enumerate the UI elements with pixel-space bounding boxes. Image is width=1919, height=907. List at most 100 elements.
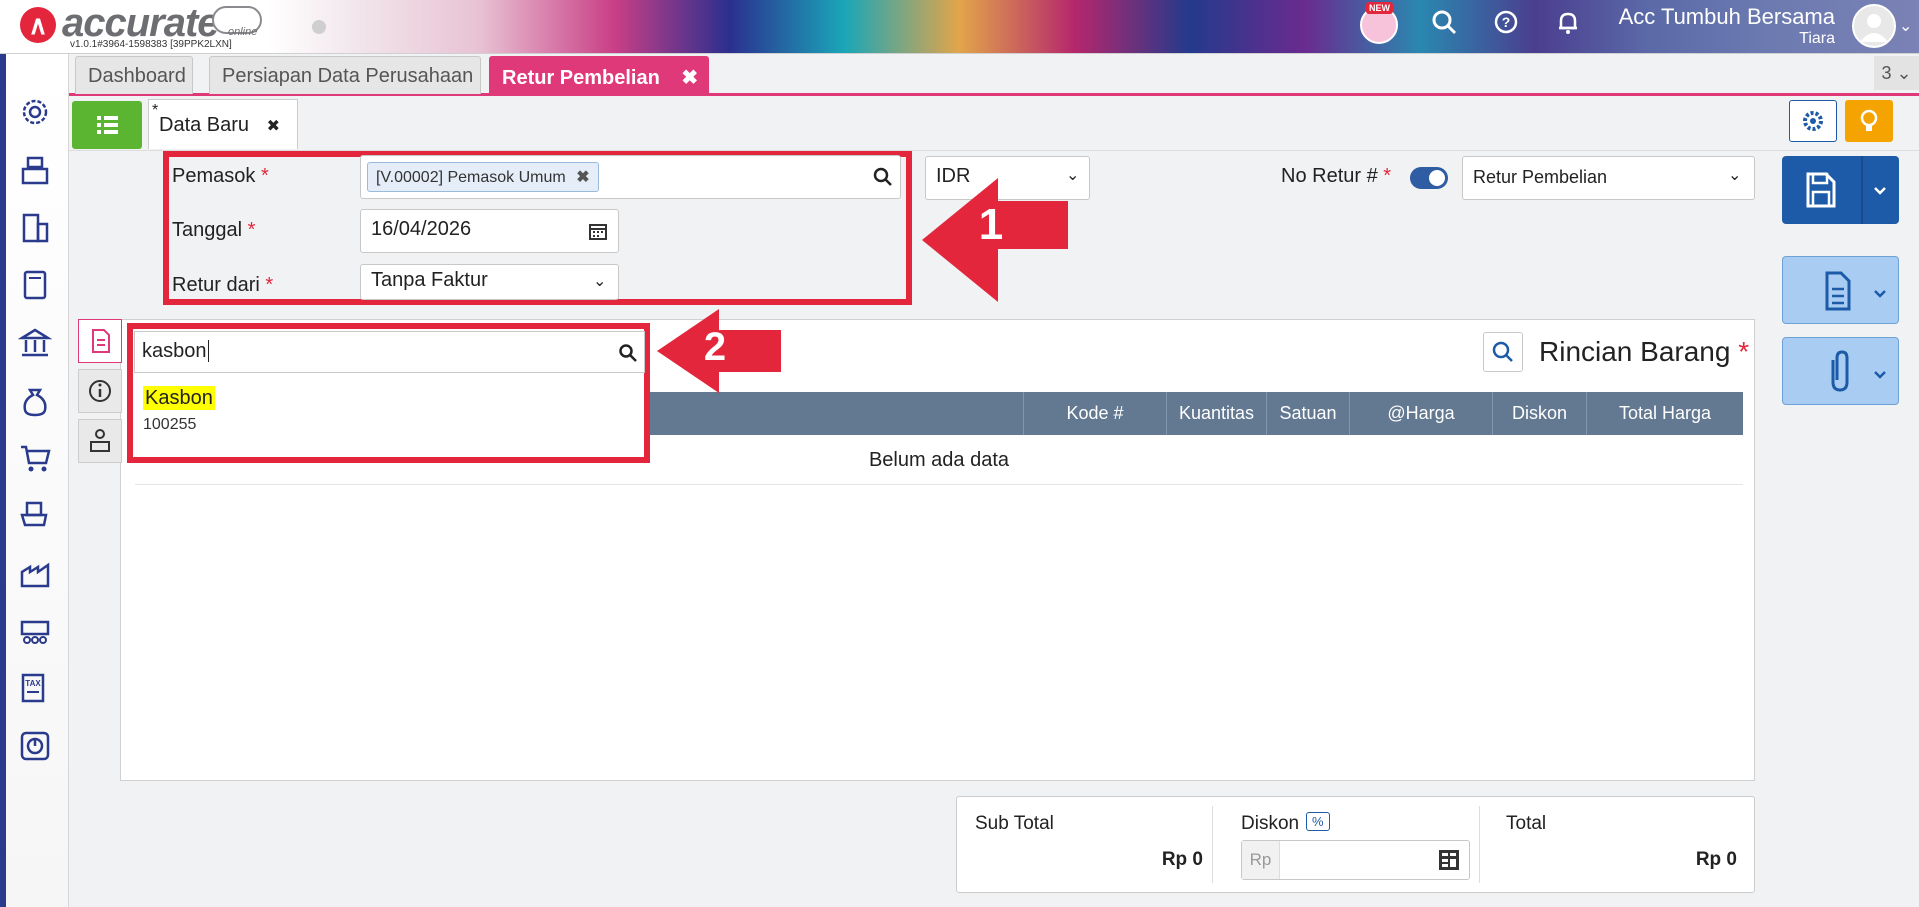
retur-label-text: Retur dari — [172, 274, 260, 296]
report-chart-icon[interactable] — [18, 729, 52, 763]
tab-retur-pembelian[interactable]: Retur Pembelian ✖ — [489, 56, 709, 94]
chevron-down-icon: ⌄ — [593, 273, 607, 290]
calculator-icon[interactable] — [1438, 849, 1460, 877]
col-satuan[interactable]: Satuan — [1266, 392, 1349, 435]
auto-number-toggle[interactable] — [1410, 167, 1448, 189]
detail-search-button[interactable] — [1483, 332, 1523, 372]
close-icon[interactable]: ✖ — [681, 67, 698, 89]
detail-title-text: Rincian Barang — [1539, 336, 1731, 367]
list-view-button[interactable] — [72, 101, 142, 149]
tanggal-label-text: Tanggal — [172, 219, 243, 241]
diskon-input[interactable]: Rp — [1241, 840, 1470, 880]
diskon-label: Diskon — [1241, 813, 1300, 834]
no-retur-label: No Retur # * — [1281, 165, 1391, 188]
required-mark: * — [1738, 336, 1750, 367]
calendar-icon[interactable] — [589, 222, 607, 246]
tab-label: Retur Pembelian — [502, 67, 660, 89]
retur-dari-select[interactable]: Tanpa Faktur ⌄ — [360, 264, 619, 300]
pemasok-label: Pemasok * — [172, 165, 269, 188]
pemasok-chip: [V.00002] Pemasok Umum ✖ — [367, 162, 599, 192]
tab-dashboard[interactable]: Dashboard — [75, 56, 193, 94]
totals-divider — [1479, 806, 1480, 883]
svg-text:?: ? — [1502, 14, 1511, 30]
result-code: 100255 — [143, 416, 197, 433]
detail-tab-info[interactable] — [78, 369, 122, 413]
rp-prefix: Rp — [1242, 841, 1280, 879]
tanggal-label: Tanggal * — [172, 219, 255, 242]
tipe-retur-select[interactable]: Retur Pembelian ⌄ — [1462, 156, 1755, 200]
required-mark: * — [265, 274, 274, 296]
conveyor-icon[interactable] — [18, 614, 52, 648]
tipe-retur-value: Retur Pembelian — [1473, 167, 1608, 187]
tanggal-value: 16/04/2026 — [371, 218, 472, 240]
totals-divider — [1212, 806, 1213, 883]
settings-button[interactable] — [1789, 100, 1837, 142]
search-icon[interactable] — [1427, 8, 1461, 42]
close-icon[interactable]: ✖ — [267, 118, 280, 135]
col-diskon[interactable]: Diskon — [1492, 392, 1586, 435]
required-mark: * — [260, 165, 269, 187]
subtotal-label: Sub Total — [975, 813, 1054, 834]
sidebar-accent — [0, 54, 6, 907]
text-cursor — [207, 340, 209, 362]
money-bag-icon[interactable] — [18, 384, 52, 418]
company-name[interactable]: Acc Tumbuh Bersama — [1580, 4, 1835, 30]
required-mark: * — [247, 219, 256, 241]
annotation-number-1: 1 — [978, 200, 1004, 249]
purchase-cart-icon[interactable] — [18, 498, 52, 532]
total-value: Rp 0 — [1695, 849, 1737, 870]
search-query: kasbon — [142, 340, 207, 362]
col-kuantitas[interactable]: Kuantitas — [1166, 392, 1266, 435]
detail-tab-items[interactable] — [78, 319, 122, 363]
item-search-input[interactable]: kasbon — [134, 331, 645, 373]
remove-icon[interactable]: ✖ — [576, 169, 589, 186]
save-button[interactable] — [1782, 156, 1899, 224]
tab-count-dropdown[interactable]: 3 ⌄ — [1874, 56, 1919, 90]
new-badge: NEW — [1366, 2, 1393, 14]
version-text: v1.0.1#3964-1598383 [39PPK2LXN] — [70, 39, 232, 50]
building-icon[interactable] — [18, 211, 52, 245]
no-retur-label-text: No Retur # — [1281, 165, 1378, 187]
chevron-down-icon[interactable]: ⌄ — [1899, 16, 1912, 36]
factory-icon[interactable] — [18, 556, 52, 590]
user-name[interactable]: Tiara — [1700, 30, 1835, 48]
pemasok-label-text: Pemasok — [172, 165, 256, 187]
svg-text:TAX: TAX — [25, 679, 41, 688]
detail-tab-delivery[interactable] — [78, 419, 122, 463]
search-result-item[interactable]: Kasbon 100255 — [137, 380, 642, 451]
gear-icon[interactable] — [18, 95, 52, 129]
tanggal-field[interactable]: 16/04/2026 — [360, 209, 619, 253]
document-menu-button[interactable] — [1782, 256, 1899, 324]
search-icon[interactable] — [618, 343, 638, 369]
annotation-number-2: 2 — [703, 325, 727, 369]
tab-persiapan-data[interactable]: Persiapan Data Perusahaan — [209, 56, 481, 94]
subtab-label: Data Baru — [159, 114, 250, 136]
status-dot-icon — [312, 20, 326, 34]
attachment-button[interactable] — [1782, 337, 1899, 405]
pemasok-field[interactable]: [V.00002] Pemasok Umum ✖ — [360, 155, 901, 199]
retur-dari-label: Retur dari * — [172, 274, 273, 297]
unsaved-marker: * — [152, 102, 159, 119]
cart-icon[interactable] — [18, 441, 52, 475]
chevron-down-icon: ⌄ — [1728, 167, 1742, 184]
col-kode[interactable]: Kode # — [1023, 392, 1166, 435]
toggle-knob — [1429, 170, 1445, 186]
avatar[interactable] — [1852, 4, 1896, 48]
lightbulb-button[interactable] — [1845, 100, 1893, 142]
bank-icon[interactable] — [17, 326, 53, 360]
book-icon[interactable] — [18, 268, 52, 302]
percent-toggle[interactable]: % — [1306, 812, 1330, 831]
cashier-icon[interactable] — [18, 153, 52, 187]
col-total-harga[interactable]: Total Harga — [1586, 392, 1743, 435]
total-label: Total — [1506, 813, 1547, 834]
required-mark: * — [1383, 165, 1392, 187]
logo-online-text: online — [228, 26, 258, 38]
col-harga[interactable]: @Harga — [1349, 392, 1492, 435]
help-icon[interactable]: ? — [1489, 8, 1523, 42]
tax-icon[interactable]: TAX — [18, 671, 52, 705]
detail-title: Rincian Barang * — [1539, 336, 1749, 368]
subtotal-value: Rp 0 — [1161, 849, 1203, 870]
retur-dari-value: Tanpa Faktur — [371, 269, 488, 291]
subtab-data-baru[interactable]: * Data Baru ✖ — [148, 99, 298, 149]
search-icon[interactable] — [872, 166, 894, 194]
